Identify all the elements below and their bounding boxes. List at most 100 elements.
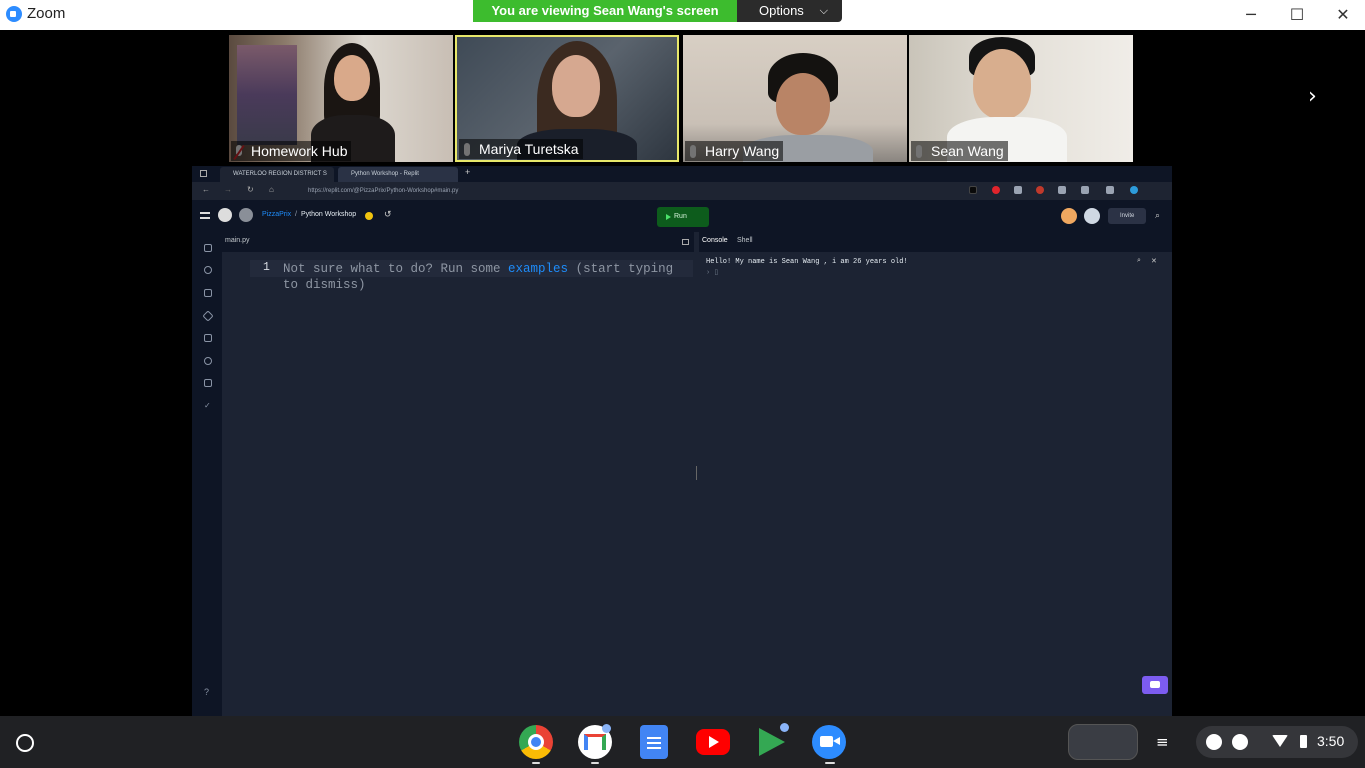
gmail-icon[interactable] — [578, 724, 612, 759]
editor-tab-strip: main.py — [222, 232, 694, 252]
checkmark-icon[interactable]: ✓ — [204, 401, 212, 410]
youtube-icon[interactable] — [696, 729, 730, 755]
tab-overview-icon[interactable] — [200, 170, 207, 177]
upload-icon[interactable] — [1206, 734, 1222, 750]
file-tab-label: main.py — [225, 237, 250, 244]
hint-text-before: Not sure what to do? Run some — [283, 262, 509, 276]
layout-icon[interactable] — [682, 239, 689, 245]
forward-icon[interactable]: → — [224, 185, 232, 194]
viewing-screen-banner: You are viewing Sean Wang's screen — [473, 0, 737, 22]
next-page-chevron-right-icon[interactable]: › — [1308, 84, 1317, 109]
clock[interactable]: 3:50 — [1317, 733, 1344, 749]
extension-icon[interactable] — [969, 186, 977, 194]
project-name[interactable]: Python Workshop — [301, 211, 356, 218]
window-title: Zoom — [27, 5, 66, 22]
participant-face — [552, 55, 600, 117]
python-icon — [365, 212, 373, 220]
participant-tile[interactable]: Sean Wang — [909, 35, 1133, 162]
file-tab-main-py[interactable]: main.py — [225, 237, 250, 244]
running-indicator — [532, 762, 540, 764]
add-icon[interactable] — [1232, 734, 1248, 750]
profile-avatar[interactable] — [1130, 186, 1138, 194]
launcher-icon[interactable] — [16, 734, 34, 752]
extension-icon[interactable] — [992, 186, 1000, 194]
editor-hint-text: Not sure what to do? Run some examples (… — [283, 261, 693, 293]
chrome-icon[interactable] — [519, 725, 553, 759]
collaborator-avatar[interactable] — [1061, 208, 1077, 224]
console-search-icon[interactable]: ⌕ — [1137, 257, 1141, 265]
participant-face — [776, 73, 830, 135]
console-pane[interactable]: Console Shell ⌕ ✕ Hello! My name is Sean… — [699, 232, 1172, 710]
tab-shell[interactable]: Shell — [737, 237, 753, 244]
search-icon[interactable]: ⌕ — [1155, 210, 1160, 221]
console-prompt[interactable]: › ▯ — [706, 268, 718, 277]
run-label: Run — [674, 213, 687, 220]
play-store-icon[interactable] — [755, 723, 789, 759]
extension-icon[interactable] — [1014, 186, 1022, 194]
holding-space-preview[interactable] — [1068, 724, 1138, 760]
maximize-button[interactable]: ☐ — [1274, 0, 1320, 30]
browser-tab-label: Python Workshop - Replit — [351, 171, 419, 177]
examples-link[interactable]: examples — [508, 262, 568, 276]
browser-tab[interactable]: WATERLOO REGION DISTRICT S — [220, 167, 334, 182]
wifi-icon — [1272, 735, 1288, 747]
line-number: 1 — [263, 261, 270, 274]
breadcrumb-owner[interactable]: PizzaPrix — [262, 211, 291, 218]
new-tab-button[interactable]: + — [465, 167, 470, 177]
breadcrumb-separator: / — [295, 211, 297, 218]
tab-console[interactable]: Console — [702, 237, 728, 244]
console-tab-strip: Console Shell — [699, 232, 1172, 252]
replit-sidebar: ✓ ? — [192, 232, 222, 716]
extension-icon[interactable] — [1036, 186, 1044, 194]
shared-screen[interactable]: WATERLOO REGION DISTRICT S Python Worksh… — [192, 166, 1172, 716]
help-icon[interactable]: ? — [204, 687, 209, 697]
pane-resize-handle[interactable] — [696, 466, 697, 480]
options-button[interactable]: Options ⌵ — [737, 0, 842, 22]
extension-icon[interactable] — [1081, 186, 1089, 194]
participant-name: Sean Wang — [911, 141, 1008, 161]
files-icon[interactable] — [204, 244, 212, 252]
participant-face — [973, 49, 1031, 119]
url-field[interactable]: https://replit.com/@PizzaPrix/Python-Wor… — [292, 185, 812, 197]
history-icon[interactable]: ↺ — [384, 209, 392, 220]
run-button[interactable]: Run — [657, 207, 709, 227]
close-button[interactable]: ✕ — [1320, 0, 1365, 30]
extension-icon[interactable] — [1106, 186, 1114, 194]
participant-name: Harry Wang — [685, 141, 784, 161]
home-icon[interactable]: ⌂ — [269, 185, 274, 194]
user-avatar[interactable] — [239, 208, 253, 222]
packages-icon[interactable] — [202, 310, 214, 322]
zoom-logo-icon — [6, 6, 22, 22]
clothes-rack — [237, 45, 297, 145]
clear-console-icon[interactable]: ✕ — [1151, 257, 1157, 265]
secrets-lock-icon[interactable] — [204, 334, 212, 342]
browser-tab-label: WATERLOO REGION DISTRICT S — [233, 171, 327, 177]
chat-icon[interactable] — [1142, 676, 1168, 694]
database-icon[interactable] — [204, 379, 212, 387]
participant-name: Mariya Turetska — [459, 139, 583, 159]
reload-icon[interactable]: ↻ — [247, 185, 254, 194]
extension-icon[interactable] — [1058, 186, 1066, 194]
back-icon[interactable]: ← — [202, 185, 210, 194]
running-indicator — [825, 762, 835, 764]
version-control-icon[interactable] — [204, 266, 212, 274]
browser-tab-active[interactable]: Python Workshop - Replit — [338, 167, 458, 182]
collaborator-avatar[interactable] — [1084, 208, 1100, 224]
playlist-icon[interactable]: ≡ — [1156, 733, 1169, 751]
browser-tab-strip: WATERLOO REGION DISTRICT S Python Worksh… — [192, 166, 1172, 182]
participant-face — [334, 55, 370, 101]
invite-label: Invite — [1120, 213, 1135, 219]
replit-logo-icon[interactable] — [218, 208, 232, 222]
debugger-icon[interactable] — [204, 289, 212, 297]
minimize-button[interactable]: ─ — [1228, 0, 1274, 30]
participant-tile[interactable]: Homework Hub — [229, 35, 453, 162]
invite-button[interactable]: Invite — [1108, 208, 1146, 224]
participant-tile-active[interactable]: Mariya Turetska — [455, 35, 679, 162]
docs-icon[interactable] — [640, 725, 668, 759]
address-bar-row: ← → ↻ ⌂ https://replit.com/@PizzaPrix/Py… — [192, 182, 1172, 200]
code-editor[interactable]: main.py 1 Not sure what to do? Run some … — [222, 232, 694, 710]
menu-icon[interactable] — [200, 212, 210, 219]
participant-tile[interactable]: Harry Wang — [683, 35, 907, 162]
settings-gear-icon[interactable] — [204, 357, 212, 365]
zoom-icon[interactable] — [812, 725, 846, 759]
